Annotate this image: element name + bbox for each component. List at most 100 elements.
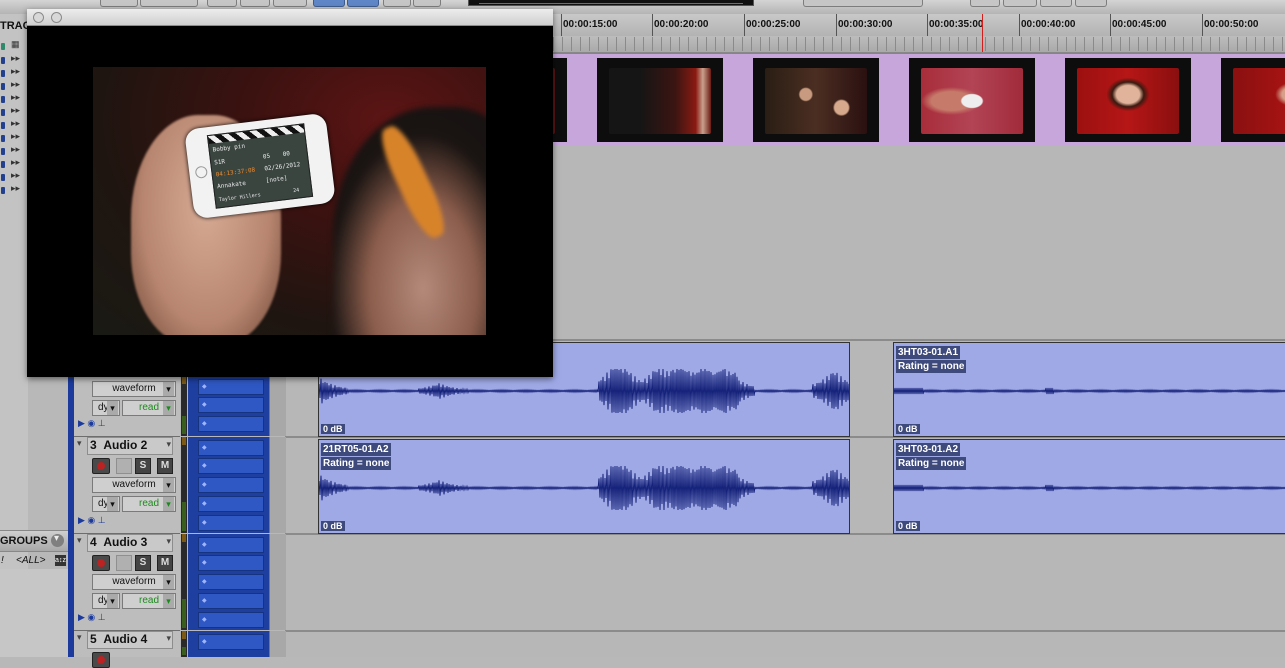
- home-button-icon: [194, 165, 209, 179]
- expand-arrow-icon[interactable]: ▶ ◉ ⊥: [78, 418, 106, 429]
- ruler-tick-label: 00:00:50:00: [1204, 19, 1259, 30]
- toolbar-toggle-button[interactable]: [313, 0, 345, 7]
- sort-icon[interactable]: a↕z: [55, 555, 66, 566]
- insert-slot[interactable]: [198, 458, 264, 474]
- track-list-item[interactable]: ▸▸: [1, 105, 27, 118]
- minimize-window-icon[interactable]: [51, 12, 62, 23]
- ruler-minor-tick: [1255, 37, 1256, 51]
- groups-list: [0, 569, 68, 657]
- track-name[interactable]: Audio 3: [103, 535, 147, 549]
- toolbar-field[interactable]: [803, 0, 923, 7]
- video-window[interactable]: Bobby pin S1R 05 00 04:13:37:08 02/26/20…: [27, 9, 553, 377]
- automation-mode-selector[interactable]: read: [122, 496, 176, 512]
- insert-slot[interactable]: [198, 593, 264, 609]
- track-view-selector[interactable]: waveform: [92, 381, 176, 397]
- expand-arrow-icon[interactable]: ▶ ◉ ⊥: [78, 612, 106, 623]
- timecode-ruler[interactable]: 00:00:15:00 00:00:20:00 00:00:25:00 00:00:3…: [553, 14, 1285, 37]
- track-list-item[interactable]: ▦: [1, 39, 27, 52]
- secondary-ruler[interactable]: [553, 36, 1285, 53]
- toolbar-button[interactable]: [240, 0, 270, 7]
- video-track[interactable]: [441, 53, 1285, 148]
- automation-button[interactable]: dyn: [92, 400, 120, 416]
- automation-button[interactable]: dyn: [92, 496, 120, 512]
- track-list-item[interactable]: ▸▸: [1, 66, 27, 79]
- insert-slot[interactable]: [198, 397, 264, 413]
- input-monitor-button[interactable]: [116, 555, 132, 571]
- toolbar-button[interactable]: [1075, 0, 1107, 7]
- toolbar-button[interactable]: [207, 0, 237, 7]
- track-name[interactable]: Audio 4: [103, 632, 147, 646]
- track-list-item[interactable]: ▸▸: [1, 79, 27, 92]
- track-view-selector[interactable]: waveform: [92, 477, 176, 493]
- toolbar-button[interactable]: [140, 0, 198, 7]
- toolbar-button[interactable]: [100, 0, 138, 7]
- insert-slot[interactable]: [198, 574, 264, 590]
- track-list-item[interactable]: ▸▸: [1, 144, 27, 157]
- playhead-cursor[interactable]: [982, 14, 983, 52]
- insert-slot[interactable]: [198, 537, 264, 553]
- insert-slot[interactable]: [198, 612, 264, 628]
- tracks-list-header[interactable]: TRACKS: [0, 20, 28, 34]
- track-list-item[interactable]: ▸▸: [1, 53, 27, 66]
- track-list-item[interactable]: ▸▸: [1, 157, 27, 170]
- track-number: 3: [90, 438, 97, 452]
- ruler-minor-tick: [859, 37, 860, 51]
- audio-region[interactable]: 3HT03-01.A2 Rating = none 0 dB: [893, 439, 1285, 534]
- insert-slot[interactable]: [198, 379, 264, 395]
- solo-button[interactable]: S: [135, 458, 151, 474]
- input-monitor-button[interactable]: [116, 458, 132, 474]
- track-view-selector[interactable]: waveform: [92, 574, 176, 590]
- automation-button[interactable]: dyn: [92, 593, 120, 609]
- toolbar-button[interactable]: [383, 0, 411, 7]
- region-gain[interactable]: 0 dB: [321, 521, 345, 531]
- record-arm-button[interactable]: [92, 458, 110, 474]
- track-header: ▾ 5 Audio 4: [74, 631, 180, 668]
- record-arm-button[interactable]: [92, 555, 110, 571]
- video-window-titlebar[interactable]: [27, 9, 553, 26]
- main-counter[interactable]: [468, 0, 754, 6]
- ruler-minor-tick: [877, 37, 878, 51]
- solo-button[interactable]: S: [135, 555, 151, 571]
- insert-slot[interactable]: [198, 634, 264, 650]
- ruler-minor-tick: [1003, 37, 1004, 51]
- insert-slot[interactable]: [198, 440, 264, 456]
- toolbar-button[interactable]: [273, 0, 307, 7]
- track-list-item[interactable]: ▸▸: [1, 118, 27, 131]
- audio-region[interactable]: 3HT03-01.A1 Rating = none 0 dB: [893, 342, 1285, 437]
- ruler-minor-tick: [598, 37, 599, 51]
- mute-button[interactable]: M: [157, 458, 173, 474]
- toolbar-button[interactable]: [970, 0, 1000, 7]
- ruler-minor-tick: [634, 37, 635, 51]
- automation-mode-selector[interactable]: read: [122, 400, 176, 416]
- insert-slot[interactable]: [198, 416, 264, 432]
- automation-mode-selector[interactable]: read: [122, 593, 176, 609]
- mute-button[interactable]: M: [157, 555, 173, 571]
- track-list-item[interactable]: ▸▸: [1, 131, 27, 144]
- insert-slot[interactable]: [198, 477, 264, 493]
- record-arm-button[interactable]: [92, 652, 110, 668]
- toolbar-button[interactable]: [1003, 0, 1037, 7]
- ruler-minor-tick: [1273, 37, 1274, 51]
- ruler-minor-tick: [1282, 37, 1283, 51]
- track-header: ▾ 3 Audio 2 S M waveform dyn read ▶ ◉ ⊥: [74, 437, 180, 535]
- insert-slot[interactable]: [198, 496, 264, 512]
- toolbar-button[interactable]: [413, 0, 441, 7]
- expand-arrow-icon[interactable]: ▶ ◉ ⊥: [78, 515, 106, 526]
- track-name[interactable]: Audio 2: [103, 438, 147, 452]
- ruler-minor-tick: [868, 37, 869, 51]
- close-window-icon[interactable]: [33, 12, 44, 23]
- inserts-column: [188, 437, 269, 533]
- region-gain[interactable]: 0 dB: [896, 424, 920, 434]
- toolbar-button[interactable]: [1040, 0, 1072, 7]
- insert-slot[interactable]: [198, 515, 264, 531]
- track-list-item[interactable]: ▸▸: [1, 92, 27, 105]
- track-list-item[interactable]: ▸▸: [1, 170, 27, 183]
- track-list-item[interactable]: ▸▸: [1, 183, 27, 196]
- region-gain[interactable]: 0 dB: [896, 521, 920, 531]
- audio-region[interactable]: 21RT05-01.A2 Rating = none 0 dB: [318, 439, 850, 534]
- group-row-all[interactable]: ! <ALL> a↕z: [0, 553, 68, 569]
- insert-slot[interactable]: [198, 555, 264, 571]
- groups-menu-button[interactable]: [51, 533, 64, 547]
- region-gain[interactable]: 0 dB: [321, 424, 345, 434]
- toolbar-toggle-button[interactable]: [347, 0, 379, 7]
